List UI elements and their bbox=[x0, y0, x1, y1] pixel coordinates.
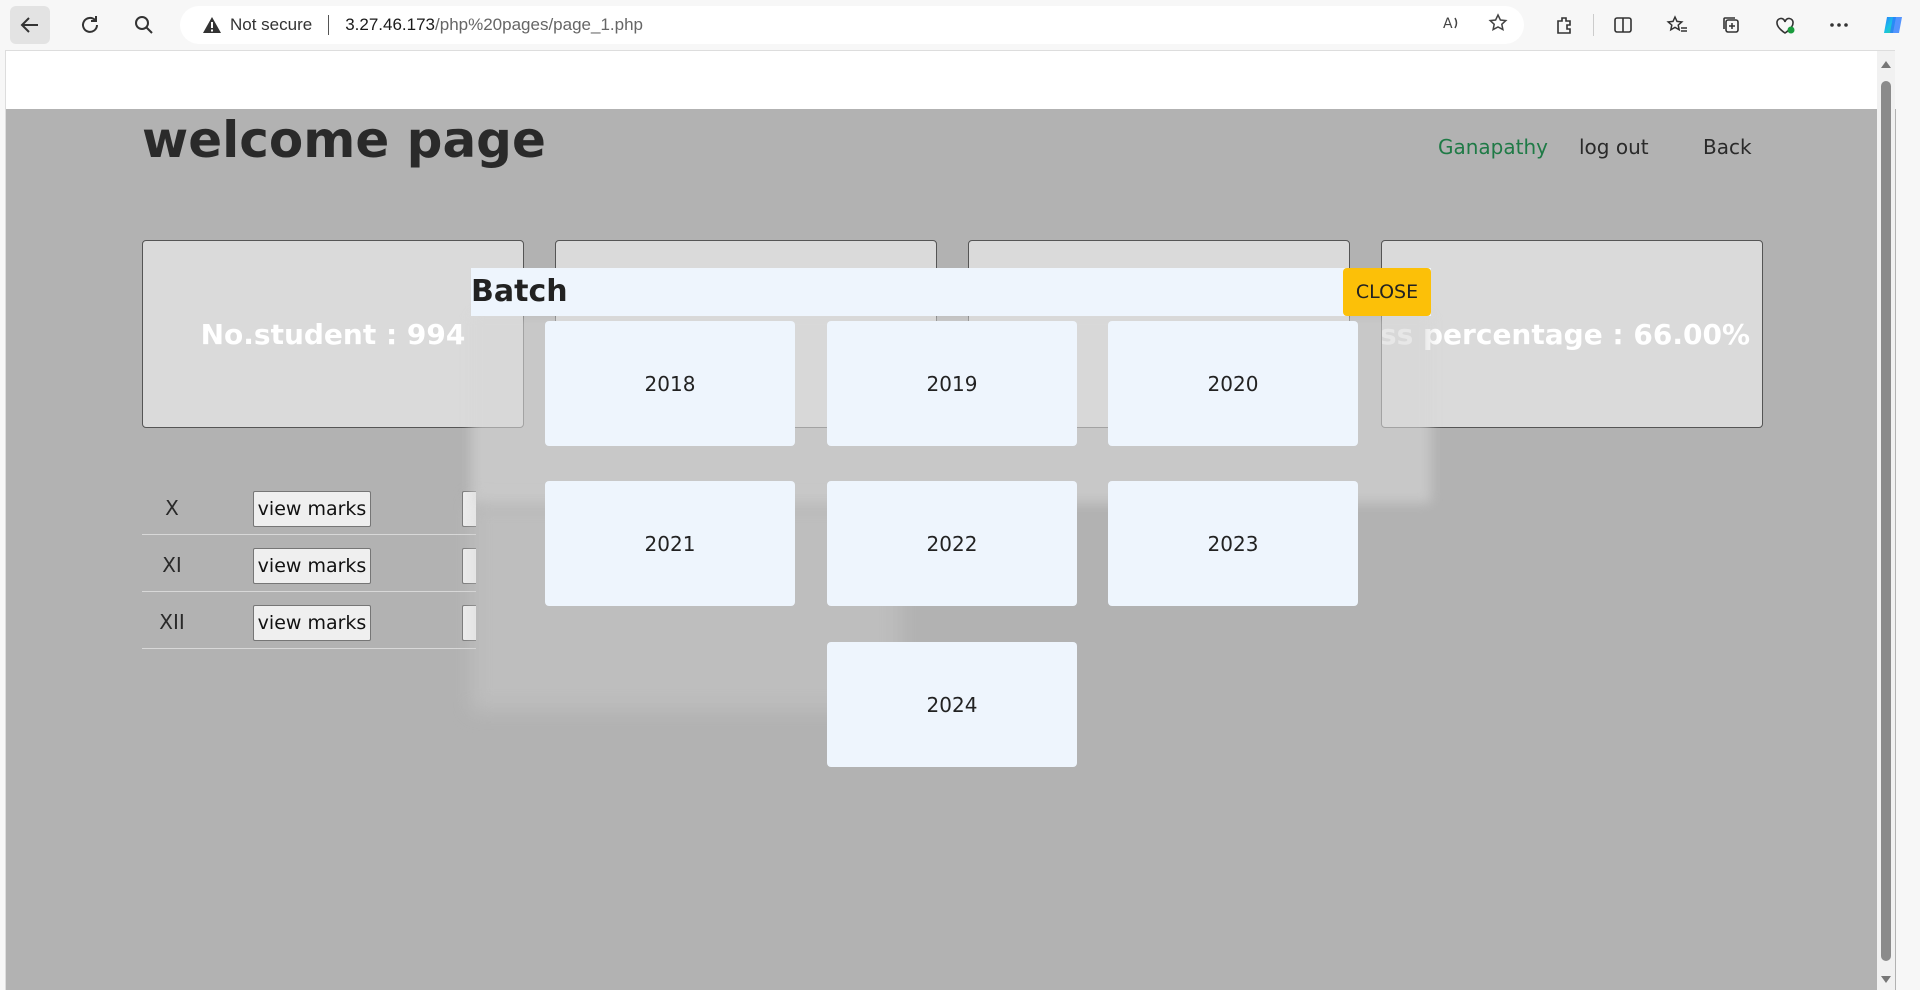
scroll-down-arrow-icon[interactable] bbox=[1881, 976, 1891, 983]
year-tile-2021[interactable]: 2021 bbox=[545, 481, 795, 606]
class-row: X view marks bbox=[142, 478, 476, 535]
browser-toolbar: Not secure 3.27.46.173/php%20pages/page_… bbox=[0, 0, 1920, 50]
class-row: XII view marks bbox=[142, 592, 476, 649]
browser-essentials-icon[interactable] bbox=[1758, 0, 1812, 50]
nav-logout-link[interactable]: log out bbox=[1579, 135, 1649, 159]
scroll-up-arrow-icon[interactable] bbox=[1881, 61, 1891, 68]
page-title: welcome page bbox=[142, 111, 546, 169]
favorites-icon[interactable] bbox=[1650, 0, 1704, 50]
page-viewport: welcome page Ganapathy log out Back No.s… bbox=[5, 50, 1896, 990]
back-arrow-icon[interactable] bbox=[10, 6, 50, 44]
year-tile-2023[interactable]: 2023 bbox=[1108, 481, 1358, 606]
toolbar-divider bbox=[1593, 14, 1594, 36]
address-bar[interactable]: Not secure 3.27.46.173/php%20pages/page_… bbox=[180, 6, 1524, 44]
year-tile-2019[interactable]: 2019 bbox=[827, 321, 1077, 446]
class-row: XI view marks bbox=[142, 535, 476, 592]
favorite-star-icon[interactable] bbox=[1488, 12, 1508, 38]
year-tile-2022[interactable]: 2022 bbox=[827, 481, 1077, 606]
view-marks-button[interactable]: view marks bbox=[253, 605, 371, 641]
year-tile-2018[interactable]: 2018 bbox=[545, 321, 795, 446]
close-button[interactable]: CLOSE bbox=[1343, 268, 1431, 316]
stat-card-pass-percentage: ss percentage : 66.00% bbox=[1381, 240, 1763, 428]
stat-card-students: No.student : 994 bbox=[142, 240, 524, 428]
nav-user-link[interactable]: Ganapathy bbox=[1438, 135, 1548, 159]
warning-icon[interactable] bbox=[202, 15, 222, 35]
extensions-icon[interactable] bbox=[1537, 0, 1591, 50]
class-label: X bbox=[165, 496, 179, 520]
collections-icon[interactable] bbox=[1704, 0, 1758, 50]
url-path: /php%20pages/page_1.php bbox=[435, 15, 643, 34]
class-label: XI bbox=[162, 553, 182, 577]
nav-back-link[interactable]: Back bbox=[1703, 135, 1752, 159]
class-label: XII bbox=[159, 610, 185, 634]
reload-icon[interactable] bbox=[70, 6, 110, 44]
vertical-scrollbar[interactable] bbox=[1877, 51, 1895, 990]
split-screen-icon[interactable] bbox=[1596, 0, 1650, 50]
more-options-icon[interactable] bbox=[1812, 0, 1866, 50]
scrollbar-thumb[interactable] bbox=[1881, 81, 1891, 961]
modal-title: Batch bbox=[471, 274, 568, 309]
svg-text:A: A bbox=[1443, 16, 1453, 32]
copilot-icon[interactable] bbox=[1866, 0, 1920, 50]
search-icon[interactable] bbox=[124, 6, 164, 44]
read-aloud-icon[interactable]: A bbox=[1442, 13, 1462, 38]
view-marks-button[interactable]: view marks bbox=[253, 548, 371, 584]
url-host: 3.27.46.173 bbox=[345, 15, 436, 34]
url-divider bbox=[328, 15, 330, 35]
year-tile-2020[interactable]: 2020 bbox=[1108, 321, 1358, 446]
year-tile-2024[interactable]: 2024 bbox=[827, 642, 1077, 767]
security-label[interactable]: Not secure bbox=[230, 15, 312, 35]
batch-modal-header: Batch bbox=[471, 268, 1431, 316]
view-marks-button[interactable]: view marks bbox=[253, 491, 371, 527]
url-text[interactable]: 3.27.46.173/php%20pages/page_1.php bbox=[345, 15, 643, 35]
